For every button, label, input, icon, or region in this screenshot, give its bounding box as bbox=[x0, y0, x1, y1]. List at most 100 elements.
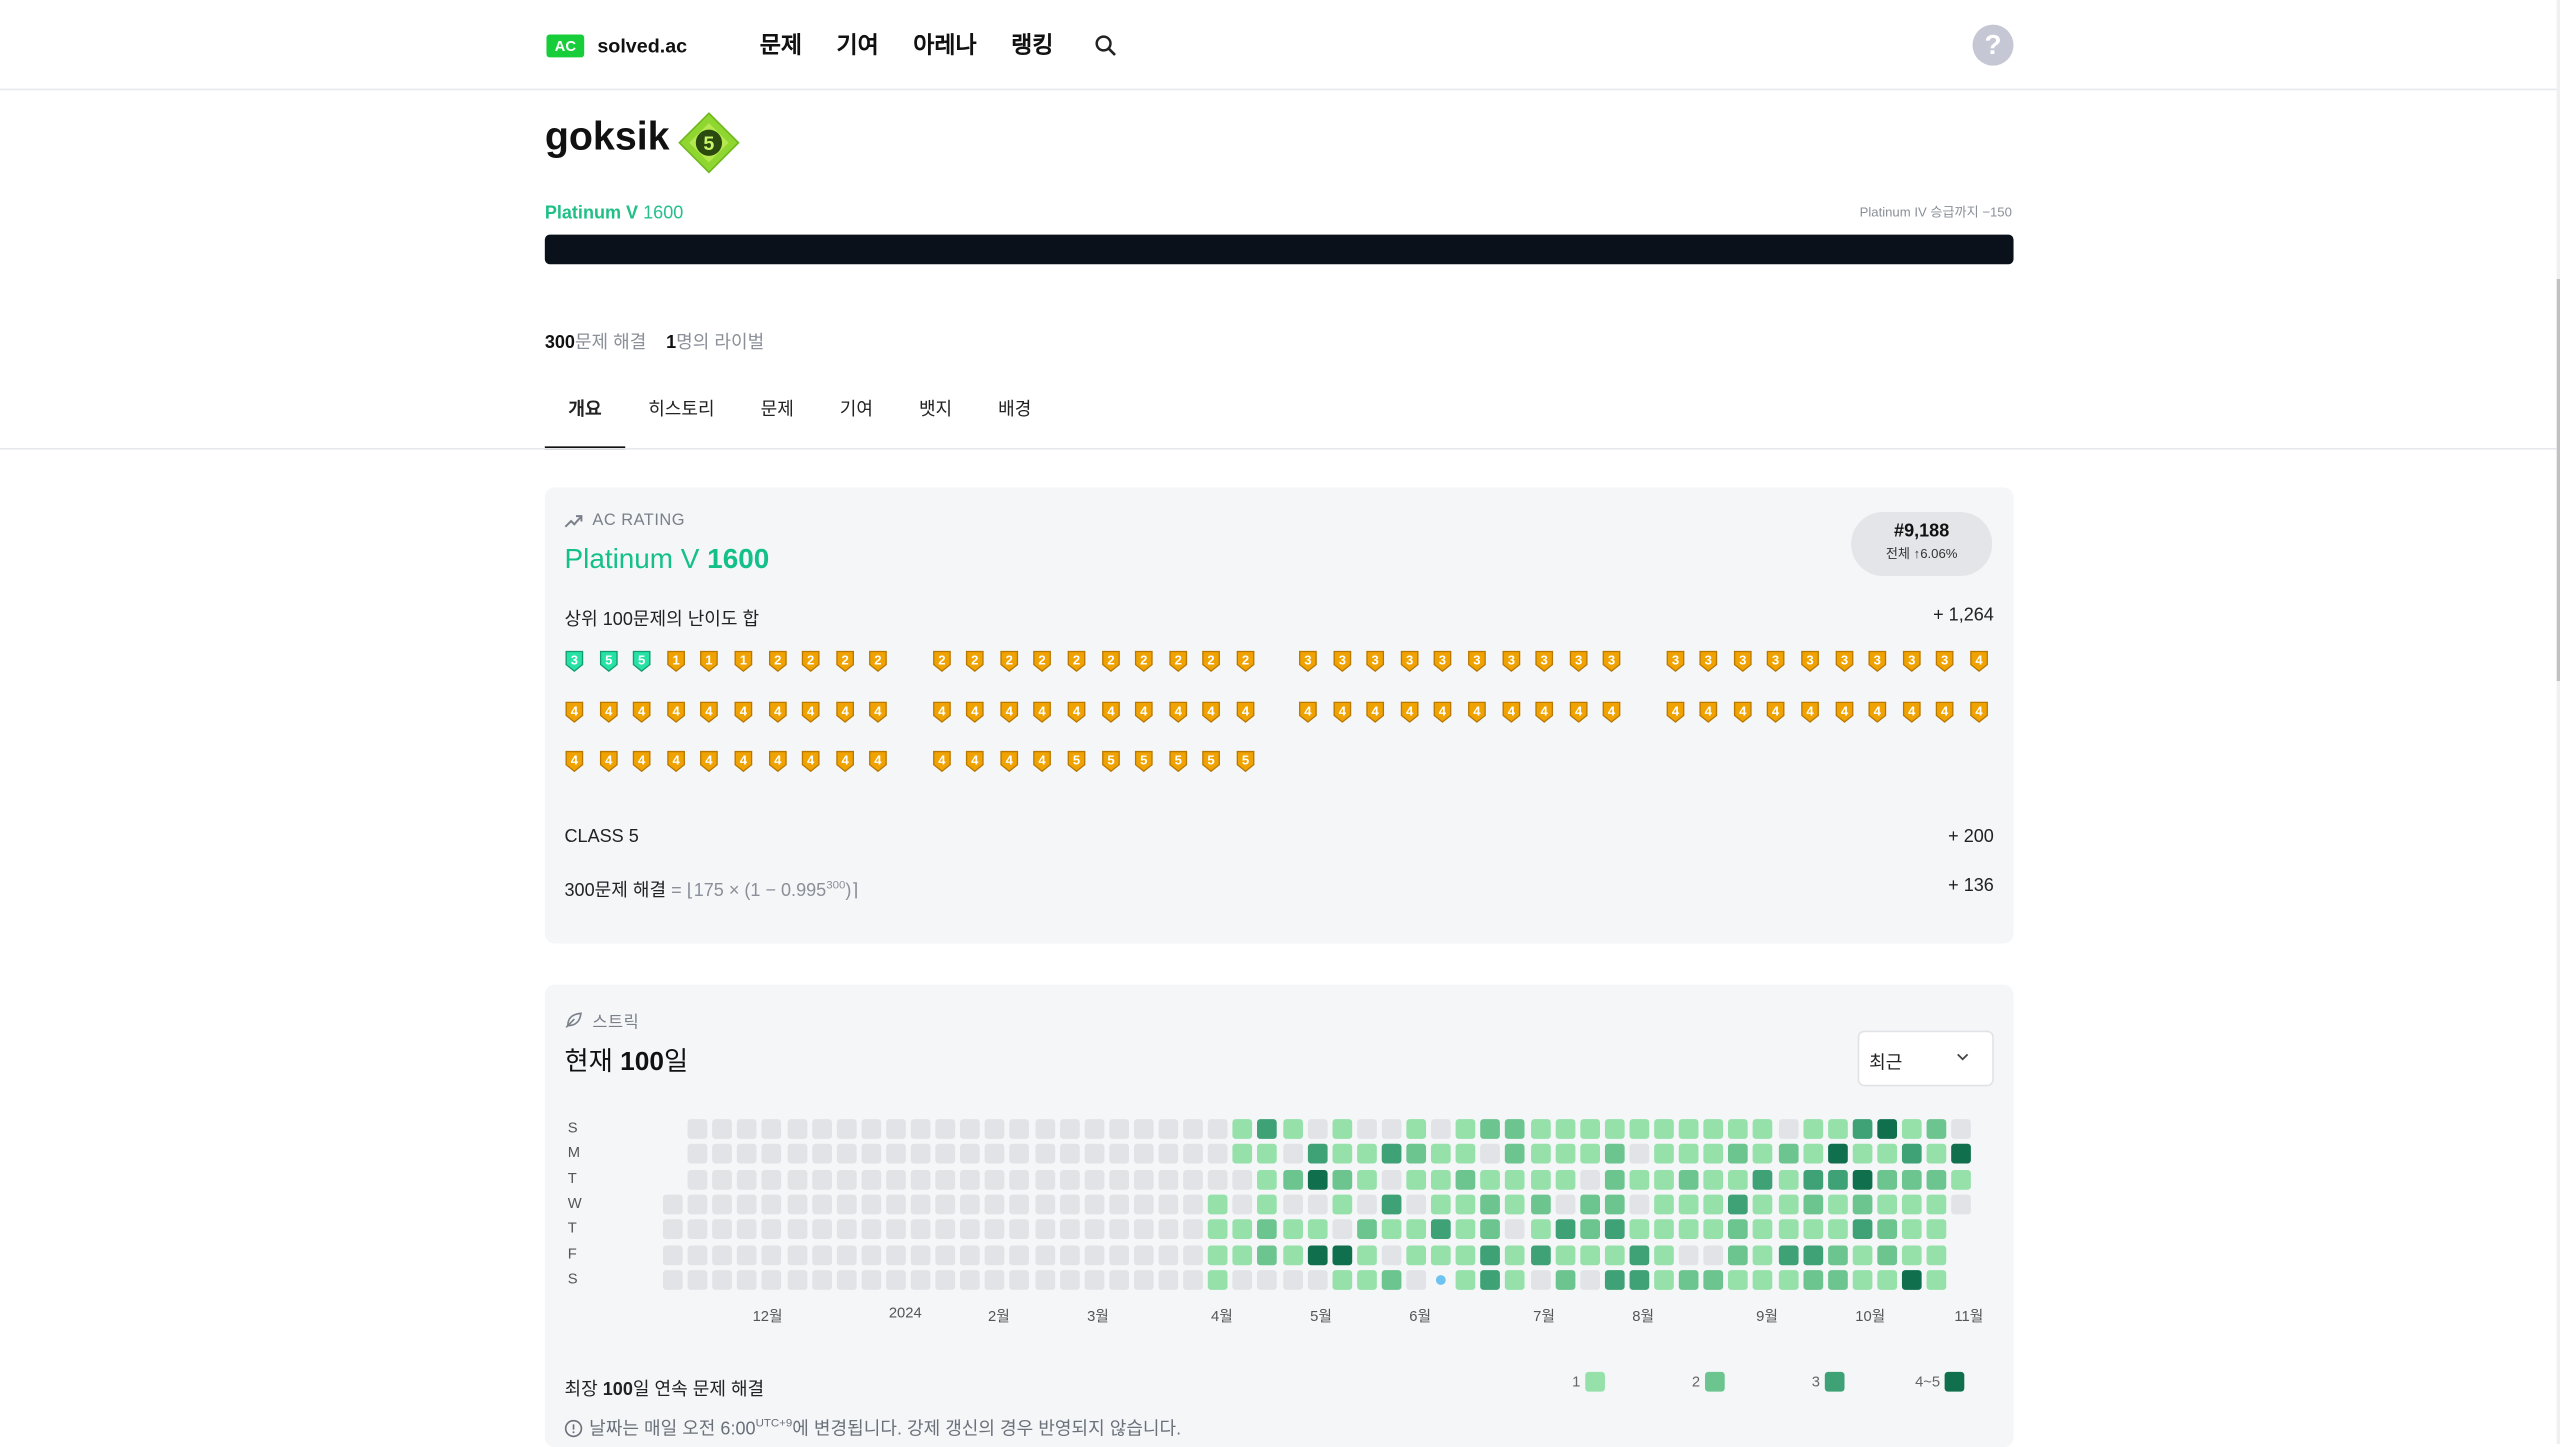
streak-day-cell[interactable] bbox=[1480, 1244, 1501, 1265]
streak-day-cell[interactable] bbox=[1926, 1194, 1947, 1215]
problem-tier-badge[interactable]: 5 bbox=[598, 650, 618, 673]
streak-day-cell[interactable] bbox=[1654, 1144, 1674, 1164]
streak-day-cell[interactable] bbox=[1208, 1194, 1228, 1215]
streak-day-cell[interactable] bbox=[985, 1244, 1005, 1265]
streak-day-cell[interactable] bbox=[1406, 1269, 1427, 1290]
tab-overview[interactable]: 개요 bbox=[544, 397, 626, 450]
streak-day-cell[interactable] bbox=[1579, 1144, 1600, 1164]
streak-day-cell[interactable] bbox=[737, 1119, 757, 1139]
streak-day-cell[interactable] bbox=[811, 1244, 832, 1265]
streak-day-cell[interactable] bbox=[786, 1244, 807, 1265]
streak-day-cell[interactable] bbox=[762, 1144, 782, 1164]
streak-day-cell[interactable] bbox=[861, 1244, 881, 1265]
streak-day-cell[interactable] bbox=[737, 1194, 757, 1215]
problem-tier-badge[interactable]: 3 bbox=[1699, 650, 1719, 673]
streak-day-cell[interactable] bbox=[786, 1194, 807, 1215]
problem-tier-badge[interactable]: 2 bbox=[767, 650, 787, 673]
streak-day-cell[interactable] bbox=[737, 1219, 757, 1240]
problem-tier-badge[interactable]: 4 bbox=[869, 750, 889, 773]
problem-tier-badge[interactable]: 4 bbox=[598, 700, 618, 723]
problem-tier-badge[interactable]: 2 bbox=[999, 650, 1019, 673]
streak-day-cell[interactable] bbox=[1901, 1244, 1922, 1265]
streak-day-cell[interactable] bbox=[1802, 1169, 1823, 1190]
problem-tier-badge[interactable]: 4 bbox=[1969, 650, 1989, 673]
tab-badges[interactable]: 뱃지 bbox=[896, 397, 975, 446]
streak-day-cell[interactable] bbox=[1852, 1219, 1873, 1240]
streak-day-cell[interactable] bbox=[836, 1144, 857, 1164]
streak-day-cell[interactable] bbox=[1307, 1169, 1327, 1190]
help-icon[interactable]: ? bbox=[1972, 24, 2014, 66]
problem-tier-badge[interactable]: 3 bbox=[1732, 650, 1752, 673]
streak-day-cell[interactable] bbox=[1208, 1144, 1228, 1164]
streak-day-cell[interactable] bbox=[1629, 1244, 1650, 1265]
streak-day-cell[interactable] bbox=[1778, 1144, 1798, 1164]
streak-day-cell[interactable] bbox=[1778, 1169, 1798, 1190]
streak-day-cell[interactable] bbox=[1257, 1144, 1278, 1164]
streak-day-cell[interactable] bbox=[1034, 1244, 1055, 1265]
streak-day-cell[interactable] bbox=[960, 1194, 980, 1215]
streak-day-cell[interactable] bbox=[1703, 1119, 1724, 1139]
problem-tier-badge[interactable]: 4 bbox=[1332, 700, 1352, 723]
streak-day-cell[interactable] bbox=[1009, 1194, 1030, 1215]
problem-tier-badge[interactable]: 5 bbox=[632, 650, 652, 673]
problem-tier-badge[interactable]: 4 bbox=[1168, 700, 1188, 723]
rank-pill[interactable]: #9,188 전체 ↑6.06% bbox=[1851, 511, 1993, 576]
streak-day-cell[interactable] bbox=[1678, 1244, 1699, 1265]
problem-tier-badge[interactable]: 4 bbox=[1834, 700, 1854, 723]
streak-day-cell[interactable] bbox=[1604, 1244, 1625, 1265]
problem-tier-badge[interactable]: 3 bbox=[1800, 650, 1820, 673]
streak-day-cell[interactable] bbox=[1356, 1194, 1377, 1215]
streak-day-cell[interactable] bbox=[811, 1144, 832, 1164]
streak-day-cell[interactable] bbox=[1530, 1144, 1550, 1164]
streak-day-cell[interactable] bbox=[1381, 1269, 1402, 1290]
streak-day-cell[interactable] bbox=[1505, 1269, 1526, 1290]
problem-tier-badge[interactable]: 4 bbox=[1033, 700, 1053, 723]
streak-day-cell[interactable] bbox=[1208, 1169, 1228, 1190]
streak-day-cell[interactable] bbox=[960, 1269, 980, 1290]
streak-day-cell[interactable] bbox=[1802, 1144, 1823, 1164]
problem-tier-badge[interactable]: 4 bbox=[1665, 700, 1685, 723]
streak-day-cell[interactable] bbox=[786, 1144, 807, 1164]
problem-tier-badge[interactable]: 4 bbox=[1202, 700, 1222, 723]
streak-day-cell[interactable] bbox=[885, 1144, 906, 1164]
streak-day-cell[interactable] bbox=[861, 1219, 881, 1240]
streak-day-cell[interactable] bbox=[1852, 1269, 1873, 1290]
streak-day-cell[interactable] bbox=[885, 1244, 906, 1265]
problem-tier-badge[interactable]: 4 bbox=[632, 700, 652, 723]
streak-day-cell[interactable] bbox=[687, 1169, 708, 1190]
streak-day-cell[interactable] bbox=[1208, 1219, 1228, 1240]
streak-day-cell[interactable] bbox=[1678, 1119, 1699, 1139]
streak-day-cell[interactable] bbox=[687, 1244, 708, 1265]
problem-tier-badge[interactable]: 4 bbox=[1467, 700, 1487, 723]
streak-day-cell[interactable] bbox=[861, 1169, 881, 1190]
streak-range-select[interactable]: 최근 bbox=[1857, 1030, 1994, 1087]
streak-day-cell[interactable] bbox=[861, 1269, 881, 1290]
streak-day-cell[interactable] bbox=[687, 1269, 708, 1290]
streak-day-cell[interactable] bbox=[1555, 1144, 1575, 1164]
problem-tier-badge[interactable]: 5 bbox=[1202, 750, 1222, 773]
tab-backgrounds[interactable]: 배경 bbox=[975, 397, 1054, 446]
problem-tier-badge[interactable]: 4 bbox=[1699, 700, 1719, 723]
streak-day-cell[interactable] bbox=[1778, 1269, 1798, 1290]
problem-tier-badge[interactable]: 4 bbox=[598, 750, 618, 773]
streak-day-cell[interactable] bbox=[985, 1269, 1005, 1290]
streak-day-cell[interactable] bbox=[1183, 1169, 1204, 1190]
streak-day-cell[interactable] bbox=[960, 1119, 980, 1139]
streak-day-cell[interactable] bbox=[836, 1269, 857, 1290]
streak-day-cell[interactable] bbox=[712, 1219, 733, 1240]
problem-tier-badge[interactable]: 1 bbox=[700, 650, 720, 673]
streak-day-cell[interactable] bbox=[1108, 1194, 1129, 1215]
streak-day-cell[interactable] bbox=[960, 1169, 980, 1190]
streak-day-cell[interactable] bbox=[1802, 1244, 1823, 1265]
streak-day-cell[interactable] bbox=[1406, 1144, 1427, 1164]
streak-day-cell[interactable] bbox=[662, 1244, 683, 1265]
streak-day-cell[interactable] bbox=[1753, 1244, 1773, 1265]
streak-day-cell[interactable] bbox=[762, 1194, 782, 1215]
streak-day-cell[interactable] bbox=[1158, 1144, 1179, 1164]
streak-day-cell[interactable] bbox=[1158, 1219, 1179, 1240]
streak-day-cell[interactable] bbox=[1009, 1144, 1030, 1164]
streak-day-cell[interactable] bbox=[1901, 1269, 1922, 1290]
problem-tier-badge[interactable]: 3 bbox=[565, 650, 585, 673]
problem-tier-badge[interactable]: 3 bbox=[1602, 650, 1622, 673]
streak-day-cell[interactable] bbox=[1232, 1119, 1253, 1139]
